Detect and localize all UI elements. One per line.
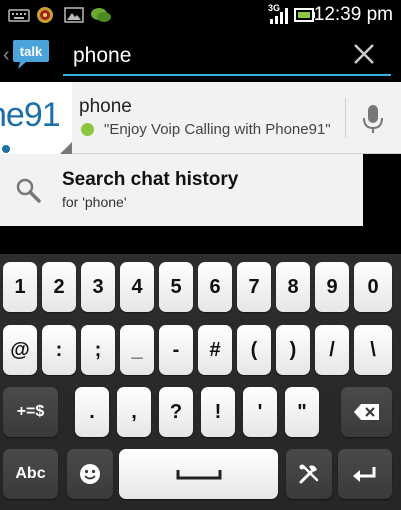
key-slash[interactable]: /: [315, 325, 349, 375]
key-exclamation[interactable]: !: [201, 387, 235, 437]
clear-search-icon[interactable]: [348, 38, 380, 70]
symbols-shift-key[interactable]: +=$: [3, 387, 58, 437]
contact-status-message: "Enjoy Voip Calling with Phone91": [104, 121, 331, 138]
avatar-corner-indicator: [60, 142, 72, 154]
smiley-icon: [80, 464, 100, 484]
search-action-bar: ‹ talk: [0, 30, 401, 82]
backspace-icon: [353, 404, 379, 420]
key-period[interactable]: .: [75, 387, 109, 437]
results-background: [0, 226, 401, 254]
contact-name: phone: [79, 96, 132, 117]
search-input[interactable]: [63, 38, 391, 76]
space-bar-icon: [176, 470, 221, 480]
key-0[interactable]: 0: [354, 262, 392, 312]
key-semicolon[interactable]: ;: [81, 325, 115, 375]
contact-avatar: ne91: [0, 82, 72, 154]
key-quote[interactable]: ": [285, 387, 319, 437]
status-bar: 3G 12:39 pm: [0, 0, 401, 30]
key-hyphen[interactable]: -: [159, 325, 193, 375]
app-notification-icon: [37, 7, 53, 23]
keyboard-notification-icon: [8, 9, 30, 22]
divider: [345, 98, 346, 138]
avatar-logo-dot: [2, 145, 10, 153]
key-8[interactable]: 8: [276, 262, 310, 312]
key-comma[interactable]: ,: [117, 387, 151, 437]
key-underscore[interactable]: _: [120, 325, 154, 375]
search-icon: [16, 178, 41, 203]
abc-key[interactable]: Abc: [3, 449, 58, 499]
key-colon[interactable]: :: [42, 325, 76, 375]
talk-logo-icon[interactable]: talk: [12, 38, 50, 70]
key-close-paren[interactable]: ): [276, 325, 310, 375]
key-question[interactable]: ?: [159, 387, 193, 437]
chat-notification-icon: [91, 8, 111, 22]
status-time: 12:39 pm: [313, 4, 393, 25]
on-screen-keyboard: 1 2 3 4 5 6 7 8 9 0 @ : ; _ - # ( ) / \ …: [0, 254, 401, 510]
backspace-key[interactable]: [341, 387, 392, 437]
search-history-title: Search chat history: [62, 169, 239, 190]
key-open-paren[interactable]: (: [237, 325, 271, 375]
key-2[interactable]: 2: [42, 262, 76, 312]
key-7[interactable]: 7: [237, 262, 271, 312]
emoji-key[interactable]: [67, 449, 113, 499]
key-hash[interactable]: #: [198, 325, 232, 375]
enter-key[interactable]: [338, 449, 392, 499]
search-chat-history-row[interactable]: Search chat history for 'phone': [0, 154, 363, 226]
key-9[interactable]: 9: [315, 262, 349, 312]
search-history-subtitle: for 'phone': [62, 194, 127, 210]
voice-search-mic-icon[interactable]: [357, 102, 389, 136]
battery-icon: [294, 8, 315, 22]
space-key[interactable]: [119, 449, 278, 499]
avatar-logo-text: ne91: [0, 96, 61, 134]
enter-icon: [353, 467, 376, 482]
key-5[interactable]: 5: [159, 262, 193, 312]
key-4[interactable]: 4: [120, 262, 154, 312]
contact-suggestion-row[interactable]: ne91 phone "Enjoy Voip Calling with Phon…: [0, 82, 401, 154]
key-1[interactable]: 1: [3, 262, 37, 312]
key-at[interactable]: @: [3, 325, 37, 375]
signal-strength-icon: [270, 8, 288, 24]
key-backslash[interactable]: \: [354, 325, 392, 375]
key-6[interactable]: 6: [198, 262, 232, 312]
talk-logo-text: talk: [20, 44, 43, 59]
online-status-icon: [81, 123, 94, 136]
key-apostrophe[interactable]: ': [243, 387, 277, 437]
key-3[interactable]: 3: [81, 262, 115, 312]
gallery-notification-icon: [64, 7, 84, 23]
back-chevron-icon[interactable]: ‹: [3, 44, 10, 67]
tools-icon: [299, 464, 319, 484]
settings-key[interactable]: [286, 449, 332, 499]
